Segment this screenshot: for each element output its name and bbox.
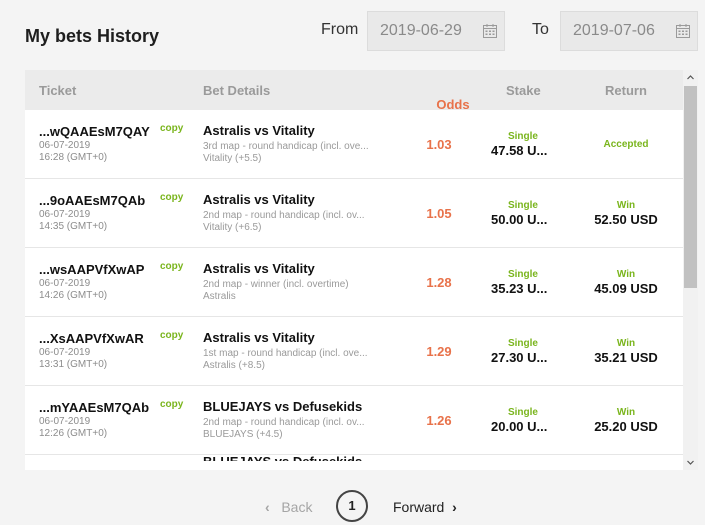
selection-name: Astralis xyxy=(203,291,236,302)
scroll-up-arrow-icon[interactable] xyxy=(683,70,698,85)
chevron-left-icon: ‹ xyxy=(265,499,270,515)
page-title: My bets History xyxy=(25,26,160,46)
current-page-button[interactable]: 1 xyxy=(336,490,368,522)
to-date-input[interactable]: 2019-07-06 xyxy=(560,11,698,51)
from-date-value: 2019-06-29 xyxy=(380,22,462,39)
column-header-ticket: Ticket xyxy=(39,83,77,98)
selection-name: Vitality (+6.5) xyxy=(203,222,262,233)
odds-value: 1.03 xyxy=(426,137,452,152)
stake-type: Single xyxy=(507,269,538,280)
match-name: BLUEJAYS vs Defusekids xyxy=(203,399,363,414)
calendar-icon[interactable] xyxy=(482,23,498,39)
ticket-date: 06-07-2019 xyxy=(39,347,91,358)
return-status: Win xyxy=(616,407,636,418)
column-header-stake: Stake xyxy=(506,83,541,98)
stake-type: Single xyxy=(507,131,538,142)
stake-amount: 35.23 U... xyxy=(491,281,548,296)
match-name: Astralis vs Vitality xyxy=(203,192,315,207)
to-date-value: 2019-07-06 xyxy=(573,22,655,39)
return-amount: 35.21 USD xyxy=(594,350,658,365)
calendar-icon[interactable] xyxy=(675,23,691,39)
table-row[interactable]: ...9oAAEsM7QAb copy 06-07-2019 14:35 (GM… xyxy=(25,179,683,248)
ticket-time: 14:26 (GMT+0) xyxy=(39,290,108,301)
from-label: From xyxy=(321,21,359,38)
copy-button[interactable]: copy xyxy=(160,192,183,203)
chevron-right-icon: › xyxy=(452,499,457,515)
market-name: 2nd map - round handicap (incl. ov... xyxy=(203,210,365,221)
odds-value: 1.28 xyxy=(426,275,452,290)
ticket-id: ...9oAAEsM7QAb xyxy=(39,193,146,208)
column-header-bet-details: Bet Details xyxy=(203,83,271,98)
forward-button[interactable]: Forward › xyxy=(393,499,457,515)
stake-type: Single xyxy=(507,407,538,418)
ticket-time: 13:31 (GMT+0) xyxy=(39,359,108,370)
copy-button[interactable]: copy xyxy=(160,330,183,341)
match-name: Astralis vs Vitality xyxy=(203,261,315,276)
scroll-down-arrow-icon[interactable] xyxy=(683,455,698,470)
return-status: Win xyxy=(616,200,636,211)
stake-amount: 50.00 U... xyxy=(491,212,548,227)
return-status: Win xyxy=(616,269,636,280)
market-name: 2nd map - winner (incl. overtime) xyxy=(203,279,349,290)
table-row[interactable]: ...wQAAEsM7QAY copy 06-07-2019 16:28 (GM… xyxy=(25,110,683,179)
odds-value: 1.26 xyxy=(426,413,452,428)
table-row[interactable]: ...mYAAEsM7QAb copy 06-07-2019 12:26 (GM… xyxy=(25,386,683,455)
copy-button[interactable]: copy xyxy=(160,123,183,134)
selection-name: Vitality (+5.5) xyxy=(203,153,262,164)
column-header-return: Return xyxy=(605,83,647,98)
table-header: Ticket Bet Details Odds Stake Return xyxy=(25,70,683,112)
from-date-input[interactable]: 2019-06-29 xyxy=(367,11,505,51)
scrollbar-thumb[interactable] xyxy=(684,86,697,288)
scrollbar[interactable] xyxy=(683,70,698,470)
stake-type: Single xyxy=(507,200,538,211)
return-amount: 25.20 USD xyxy=(594,419,658,434)
forward-label: Forward xyxy=(393,499,445,515)
return-amount: 52.50 USD xyxy=(594,212,658,227)
stake-type: Single xyxy=(507,338,538,349)
ticket-date: 06-07-2019 xyxy=(39,140,91,151)
selection-name: Astralis (+8.5) xyxy=(203,360,265,371)
ticket-date: 06-07-2019 xyxy=(39,416,91,427)
stake-amount: 47.58 U... xyxy=(491,143,548,158)
ticket-id: ...XsAAPVfXwAR xyxy=(39,331,144,346)
ticket-date: 06-07-2019 xyxy=(39,278,91,289)
odds-value: 1.05 xyxy=(426,206,452,221)
stake-amount: 20.00 U... xyxy=(491,419,548,434)
return-status: Win xyxy=(616,338,636,349)
back-label: Back xyxy=(281,499,313,515)
ticket-time: 14:35 (GMT+0) xyxy=(39,221,108,232)
table-row[interactable]: ...XsAAPVfXwAR copy 06-07-2019 13:31 (GM… xyxy=(25,317,683,386)
table-row-partial[interactable]: BLUEJAYS vs Defusekids xyxy=(25,455,683,470)
market-name: 1st map - round handicap (incl. ove... xyxy=(203,348,368,359)
match-name: Astralis vs Vitality xyxy=(203,330,315,345)
ticket-date: 06-07-2019 xyxy=(39,209,91,220)
return-amount: 45.09 USD xyxy=(594,281,658,296)
copy-button[interactable]: copy xyxy=(160,399,183,410)
market-name: 2nd map - round handicap (incl. ov... xyxy=(203,417,365,428)
stake-amount: 27.30 U... xyxy=(491,350,548,365)
selection-name: BLUEJAYS (+4.5) xyxy=(203,429,283,440)
ticket-id: ...wsAAPVfXwAP xyxy=(39,262,145,277)
ticket-time: 16:28 (GMT+0) xyxy=(39,152,108,163)
return-status: Accepted xyxy=(603,139,649,150)
match-name: Astralis vs Vitality xyxy=(203,123,315,138)
ticket-id: ...wQAAEsM7QAY xyxy=(39,124,150,139)
ticket-id: ...mYAAEsM7QAb xyxy=(39,400,150,415)
bets-table: Ticket Bet Details Odds Stake Return ...… xyxy=(25,70,698,470)
table-row[interactable]: ...wsAAPVfXwAP copy 06-07-2019 14:26 (GM… xyxy=(25,248,683,317)
copy-button[interactable]: copy xyxy=(160,261,183,272)
match-name: BLUEJAYS vs Defusekids xyxy=(203,455,362,461)
odds-value: 1.29 xyxy=(426,344,452,359)
market-name: 3rd map - round handicap (incl. ove... xyxy=(203,141,369,152)
table-body: ...wQAAEsM7QAY copy 06-07-2019 16:28 (GM… xyxy=(25,110,683,470)
ticket-time: 12:26 (GMT+0) xyxy=(39,428,108,439)
to-label: To xyxy=(532,21,549,38)
pagination: ‹ Back 1 Forward › xyxy=(0,490,705,522)
back-button[interactable]: ‹ Back xyxy=(265,499,312,515)
